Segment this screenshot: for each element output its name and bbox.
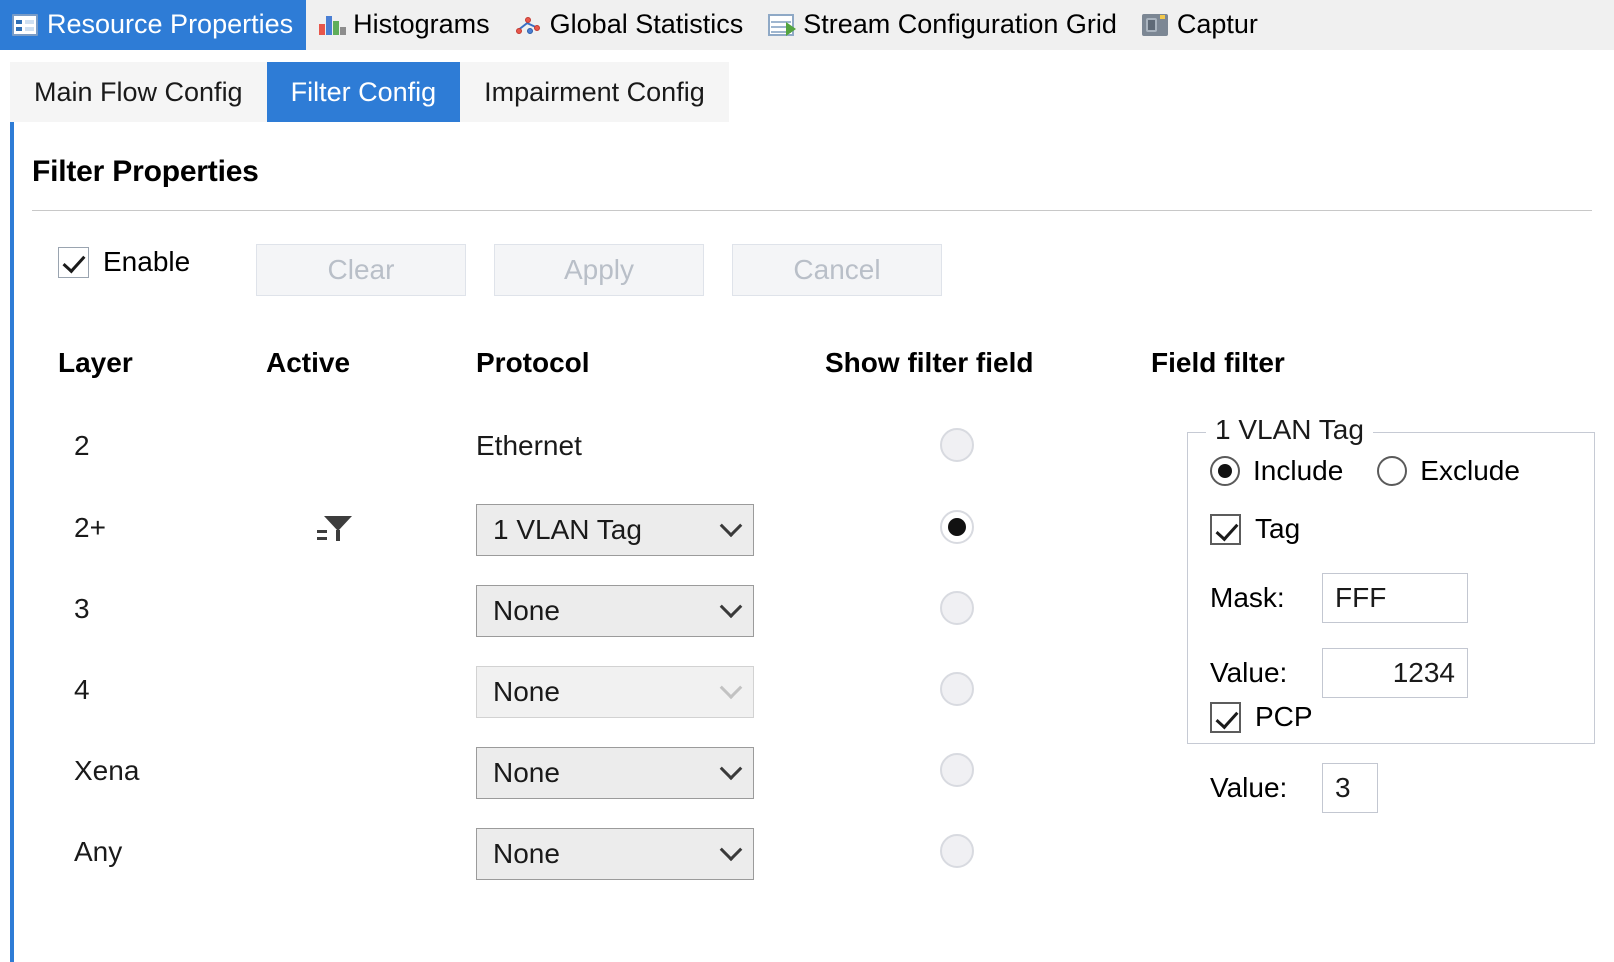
top-tab-bar: Resource Properties Histograms Global St… — [0, 0, 1614, 50]
filter-icon[interactable] — [314, 510, 354, 544]
tab-resource-properties[interactable]: Resource Properties — [0, 0, 307, 50]
tab-capture[interactable]: Captur — [1129, 0, 1271, 50]
histogram-icon — [318, 14, 347, 36]
column-header-show-filter-field: Show filter field — [825, 347, 1034, 378]
row-label-layer-4: 4 — [74, 674, 90, 705]
column-header-field-filter: Field filter — [1151, 347, 1285, 378]
tab-label: Resource Properties — [47, 8, 294, 39]
protocol-dropdown-layer-4[interactable]: None — [476, 666, 754, 718]
tag-value: 1234 — [1392, 657, 1455, 688]
include-radio[interactable] — [1210, 456, 1240, 486]
show-filter-field-radio-layer-any[interactable] — [940, 834, 974, 868]
chevron-down-icon — [709, 603, 753, 619]
chevron-down-icon — [709, 765, 753, 781]
properties-grid-icon — [12, 14, 38, 36]
button-label: Apply — [563, 254, 635, 285]
camera-icon — [1141, 14, 1168, 36]
protocol-dropdown-layer-3[interactable]: None — [476, 585, 754, 637]
subtab-label: Main Flow Config — [34, 76, 243, 107]
dropdown-value: None — [493, 595, 560, 626]
button-label: Cancel — [793, 254, 881, 285]
row-label-layer-any: Any — [74, 836, 123, 867]
tag-value-label: Value: — [1210, 657, 1288, 688]
tag-label: Tag — [1255, 513, 1301, 544]
tab-histograms[interactable]: Histograms — [306, 0, 503, 50]
pcp-label: PCP — [1255, 701, 1313, 732]
row-label-layer-2plus: 2+ — [74, 512, 106, 543]
grid-export-icon — [768, 14, 797, 36]
tab-label: Global Statistics — [549, 8, 744, 39]
protocol-dropdown-layer-xena[interactable]: None — [476, 747, 754, 799]
tab-label: Stream Configuration Grid — [803, 8, 1117, 39]
tag-checkbox[interactable]: Tag — [1210, 513, 1300, 545]
exclude-label: Exclude — [1420, 455, 1520, 486]
tab-label: Captur — [1176, 8, 1258, 39]
tag-value-field-row: Value: 1234 — [1210, 648, 1468, 698]
column-header-active: Active — [266, 347, 351, 378]
subtab-label: Impairment Config — [484, 76, 705, 107]
dropdown-value: None — [493, 838, 560, 869]
include-exclude-radio-group: Include Exclude — [1210, 455, 1520, 487]
row-label-layer-2: 2 — [74, 430, 90, 461]
checkbox-box-icon — [1210, 513, 1241, 545]
cancel-button[interactable]: Cancel — [732, 244, 942, 296]
groupbox-title: 1 VLAN Tag — [1206, 414, 1373, 446]
pcp-value: 3 — [1335, 772, 1351, 803]
pcp-value-input[interactable]: 3 — [1322, 763, 1378, 813]
scatter-line-icon — [515, 14, 541, 36]
dropdown-value: None — [493, 676, 560, 707]
clear-button[interactable]: Clear — [256, 244, 466, 296]
dropdown-value: 1 VLAN Tag — [493, 514, 642, 545]
filter-config-screen: Resource Properties Histograms Global St… — [0, 0, 1614, 962]
field-filter-groupbox: 1 VLAN Tag Include Exclude Tag Mask: FFF… — [1187, 414, 1595, 813]
filter-properties-panel: Filter Properties Enable Clear Apply Can… — [10, 122, 1614, 962]
tab-label: Histograms — [353, 8, 490, 39]
checkbox-box-icon — [58, 246, 89, 278]
chevron-down-icon — [709, 522, 753, 538]
include-label: Include — [1253, 455, 1344, 486]
mask-value: FFF — [1335, 582, 1387, 613]
tab-global-statistics[interactable]: Global Statistics — [502, 0, 757, 50]
protocol-text-layer-2: Ethernet — [476, 430, 582, 461]
show-filter-field-radio-layer-4[interactable] — [940, 672, 974, 706]
show-filter-field-radio-layer-3[interactable] — [940, 591, 974, 625]
mask-label: Mask: — [1210, 582, 1285, 613]
tag-value-input[interactable]: 1234 — [1322, 648, 1468, 698]
button-label: Clear — [327, 254, 395, 285]
mask-field-row: Mask: FFF — [1210, 573, 1468, 623]
show-filter-field-radio-layer-2[interactable] — [940, 428, 974, 462]
show-filter-field-radio-layer-xena[interactable] — [940, 753, 974, 787]
subtab-filter-config[interactable]: Filter Config — [266, 62, 461, 122]
pcp-checkbox[interactable]: PCP — [1210, 701, 1313, 733]
sub-tab-bar: Main Flow Config Filter Config Impairmen… — [10, 62, 1614, 122]
chevron-down-icon — [709, 846, 753, 862]
show-filter-field-radio-layer-2plus[interactable] — [940, 510, 974, 544]
page-title: Filter Properties — [32, 155, 259, 188]
chevron-down-icon — [709, 684, 753, 700]
apply-button[interactable]: Apply — [494, 244, 704, 296]
checkbox-box-icon — [1210, 701, 1241, 733]
title-divider — [32, 210, 1592, 211]
subtab-main-flow-config[interactable]: Main Flow Config — [10, 62, 267, 122]
pcp-value-label: Value: — [1210, 772, 1288, 803]
column-header-protocol: Protocol — [476, 347, 590, 378]
mask-input[interactable]: FFF — [1322, 573, 1468, 623]
exclude-radio[interactable] — [1377, 456, 1408, 486]
pcp-value-field-row: Value: 3 — [1210, 763, 1378, 813]
subtab-label: Filter Config — [290, 76, 437, 107]
row-label-layer-xena: Xena — [74, 755, 140, 786]
protocol-dropdown-layer-2plus[interactable]: 1 VLAN Tag — [476, 504, 754, 556]
protocol-dropdown-layer-any[interactable]: None — [476, 828, 754, 880]
enable-label: Enable — [103, 246, 191, 277]
tab-stream-configuration-grid[interactable]: Stream Configuration Grid — [756, 0, 1130, 50]
enable-filter-checkbox[interactable]: Enable — [58, 246, 190, 278]
column-header-layer: Layer — [58, 347, 133, 378]
dropdown-value: None — [493, 757, 560, 788]
subtab-impairment-config[interactable]: Impairment Config — [460, 62, 729, 122]
row-label-layer-3: 3 — [74, 593, 90, 624]
